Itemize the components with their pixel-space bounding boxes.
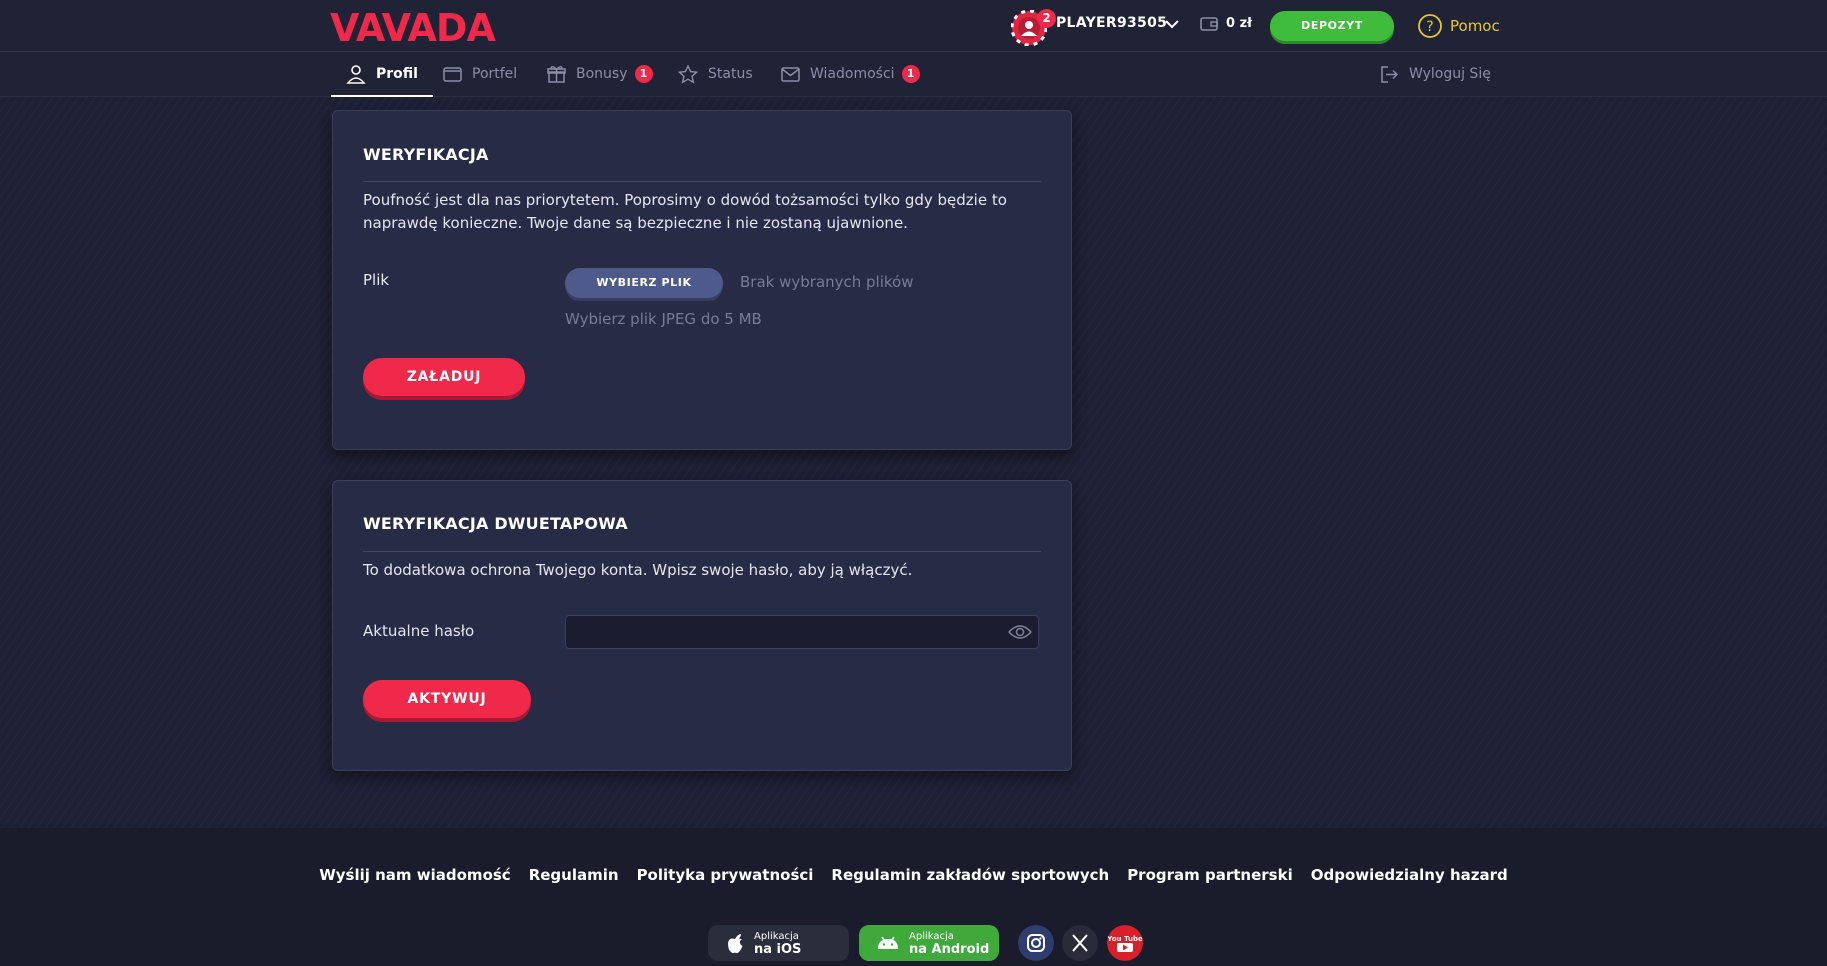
logout-label: Wyloguj Się [1409,66,1491,82]
password-label: Aktualne hasło [363,622,475,640]
tab-bonusy[interactable]: Bonusy 1 [547,52,653,96]
footer-link-sports-terms[interactable]: Regulamin zakładów sportowych [831,866,1109,884]
deposit-button[interactable]: DEPOZYT [1270,11,1394,41]
activate-button[interactable]: AKTYWUJ [363,680,531,718]
choose-file-button[interactable]: WYBIERZ PLIK [565,268,723,298]
apple-icon [728,933,743,953]
svg-text:?: ? [1426,19,1433,35]
footer-link-contact[interactable]: Wyślij nam wiadomość [319,866,510,884]
divider [363,181,1041,182]
card-title: WERYFIKACJA [363,145,489,164]
footer-link-responsible-gaming[interactable]: Odpowiedzialny hazard [1311,866,1508,884]
ios-app-button[interactable]: Aplikacja na iOS [708,925,849,961]
wallet-icon [1200,17,1218,31]
username[interactable]: PLAYER93505 [1056,15,1167,31]
tab-label: Status [708,66,753,82]
footer: Wyślij nam wiadomość Regulamin Polityka … [0,828,1827,966]
android-app-big-text: na Android [909,942,990,957]
svg-text:VAVADA: VAVADA [330,7,496,45]
verification-description: Poufność jest dla nas priorytetem. Popro… [363,191,1007,232]
android-app-button[interactable]: Aplikacja na Android [859,925,999,961]
tab-bar: Profil Portfel Bonusy 1 Status Wiadomośc… [0,52,1827,97]
help-link[interactable]: Pomoc [1450,17,1500,35]
x-icon[interactable] [1062,925,1098,961]
youtube-icon[interactable]: You Tube [1107,925,1143,961]
two-factor-description: To dodatkowa ochrona Twojego konta. Wpis… [363,561,913,579]
ios-app-big-text: na iOS [754,942,802,957]
footer-links: Wyślij nam wiadomość Regulamin Polityka … [0,866,1827,884]
two-factor-card: WERYFIKACJA DWUETAPOWA To dodatkowa ochr… [332,480,1072,771]
mail-icon [781,66,800,82]
footer-link-affiliate[interactable]: Program partnerski [1127,866,1293,884]
instagram-icon[interactable] [1018,925,1054,961]
tab-wiadomosci[interactable]: Wiadomości 1 [781,52,920,96]
android-icon [878,936,898,949]
tab-label: Wiadomości [810,66,895,82]
file-label: Plik [363,271,390,289]
notification-badge: 2 [1037,9,1056,28]
no-file-text: Brak wybranych plików [740,273,914,291]
tab-profil[interactable]: Profil [331,52,433,97]
footer-link-terms[interactable]: Regulamin [529,866,619,884]
footer-link-privacy[interactable]: Polityka prywatności [637,866,814,884]
logout-icon [1381,65,1399,83]
tab-label: Portfel [472,66,518,82]
verification-card: WERYFIKACJA Poufność jest dla nas priory… [332,110,1072,450]
tab-label: Bonusy [576,66,628,82]
help-icon[interactable]: ? [1417,13,1443,39]
tab-badge: 1 [634,65,653,83]
logout-button[interactable]: Wyloguj Się [1380,52,1491,96]
divider [363,551,1041,552]
user-icon [346,65,366,84]
eye-icon[interactable] [1008,623,1032,641]
wallet-icon [443,66,462,82]
balance: 0 zł [1226,16,1252,31]
tab-badge: 1 [901,65,920,83]
card-title: WERYFIKACJA DWUETAPOWA [363,514,628,533]
file-hint: Wybierz plik JPEG do 5 MB [565,310,762,328]
tab-portfel[interactable]: Portfel [443,52,517,96]
tab-status[interactable]: Status [678,52,753,96]
gift-icon [547,65,566,83]
vavada-logo[interactable]: VAVADA [330,7,532,45]
top-bar: VAVADA 2 PLAYER93505 0 zł DEPOZYT ? Pomo… [0,0,1827,52]
star-icon [678,64,698,84]
svg-text:You Tube: You Tube [1107,935,1143,943]
upload-button[interactable]: ZAŁADUJ [363,358,525,396]
password-input[interactable] [565,615,1039,649]
tab-label: Profil [376,66,418,82]
chevron-down-icon[interactable] [1164,18,1180,30]
